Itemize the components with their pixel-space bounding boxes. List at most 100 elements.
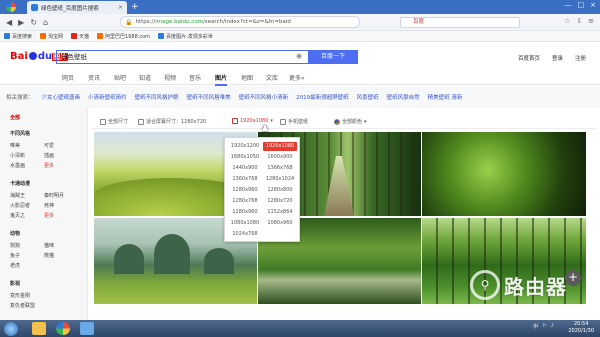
folder-icon[interactable] xyxy=(32,322,46,335)
result-image[interactable] xyxy=(422,132,586,216)
clock[interactable]: 20:54 2020/1/30 xyxy=(568,321,594,335)
tab-web[interactable]: 网页 xyxy=(62,73,74,82)
sidebar-item[interactable]: 死神 xyxy=(44,202,54,209)
related-term[interactable]: 壁纸不同风格护眼 xyxy=(135,93,179,101)
add-button[interactable]: + xyxy=(565,270,581,286)
browser-icon[interactable] xyxy=(56,322,70,335)
sidebar-item[interactable]: 插画 xyxy=(44,152,54,159)
related-term[interactable]: 壁纸风景自然 xyxy=(387,93,420,101)
screenshot-icon[interactable] xyxy=(80,322,94,335)
maximize-icon[interactable]: □ xyxy=(578,1,585,9)
sidebar-item[interactable]: 可爱 xyxy=(44,142,54,149)
resolution-option[interactable]: 1280x1024 xyxy=(263,175,297,184)
tab-tieba[interactable]: 贴吧 xyxy=(114,73,126,82)
new-tab-button[interactable]: + xyxy=(131,2,139,12)
flag-icon[interactable]: ⚐ xyxy=(542,323,546,330)
filter-fit-screen[interactable]: 适合屏幕尺寸：1280x720 xyxy=(138,118,206,125)
tab-images[interactable]: 图片 xyxy=(215,73,228,86)
resolution-option[interactable]: 1080x960 xyxy=(263,219,297,228)
resolution-option[interactable]: 1280x800 xyxy=(263,186,297,195)
star-icon[interactable]: ☆ xyxy=(564,17,570,25)
related-term[interactable]: 精美壁纸 清新 xyxy=(428,93,463,101)
close-window-icon[interactable]: × xyxy=(590,1,596,9)
sidebar-item[interactable]: 小清新 xyxy=(10,152,25,159)
related-term[interactable]: 风景壁纸 xyxy=(357,93,379,101)
related-term[interactable]: 壁纸不同风格唯美 xyxy=(187,93,231,101)
resolution-option[interactable]: 1280x960 xyxy=(228,208,262,217)
browser-logo-icon[interactable] xyxy=(6,2,16,12)
sidebar-item[interactable]: 复仇者联盟 xyxy=(10,302,35,309)
resolution-option[interactable]: 1280x960 xyxy=(228,186,262,195)
sidebar-item[interactable]: 海贼王 xyxy=(10,192,25,199)
related-term[interactable]: 2019最新颁超屏壁纸 xyxy=(296,93,349,101)
sidebar-item[interactable]: 熊猫 xyxy=(44,252,54,259)
tab-zhidao[interactable]: 知道 xyxy=(139,73,151,82)
browser-search-input[interactable]: 百度 xyxy=(400,17,520,28)
related-term[interactable]: 少女心壁纸唐画 xyxy=(42,93,81,101)
window-controls: — □ × xyxy=(565,1,597,9)
sidebar-more[interactable]: 更多 xyxy=(44,212,54,219)
bookmark-baidu-image[interactable]: 百度图片-发现多彩世 xyxy=(158,33,213,40)
minimize-icon[interactable]: — xyxy=(565,1,572,9)
sidebar-all[interactable]: 全部 xyxy=(10,114,20,121)
resolution-option[interactable]: 1680x1050 xyxy=(228,153,262,162)
search-button[interactable]: 百度一下 xyxy=(308,50,358,64)
ime-icon[interactable]: 中 xyxy=(533,323,538,330)
url-path: /search/index?ct=&z=&tn=baid xyxy=(202,19,291,25)
resolution-option[interactable]: 1080x1080 xyxy=(228,219,262,228)
bookmark-1688[interactable]: 阿里巴巴1688.com xyxy=(97,33,150,40)
sidebar-item[interactable]: 秦时明月 xyxy=(44,192,64,199)
sidebar-item[interactable]: 火影忍者 xyxy=(10,202,30,209)
volume-icon[interactable]: ♪ xyxy=(551,323,554,330)
related-term[interactable]: 小清新壁纸简约 xyxy=(88,93,127,101)
sidebar-item[interactable]: 水墨画 xyxy=(10,162,25,169)
tab-music[interactable]: 音乐 xyxy=(189,73,201,82)
sidebar-item[interactable]: 猫咪 xyxy=(44,242,54,249)
tab-wenku[interactable]: 文库 xyxy=(266,73,278,82)
camera-icon[interactable]: ◉ xyxy=(296,52,302,60)
resolution-option[interactable]: 1280x768 xyxy=(228,197,262,206)
sidebar-item[interactable]: 鬼灭之 xyxy=(10,212,25,219)
resolution-option[interactable]: 1152x864 xyxy=(263,208,297,217)
resolution-option-selected[interactable]: 1920x1080 xyxy=(263,142,297,151)
browser-tab[interactable]: 绿色壁纸_百度图片搜索 × xyxy=(27,1,127,14)
resolution-option[interactable]: 1360x768 xyxy=(228,175,262,184)
close-tab-icon[interactable]: × xyxy=(118,4,123,11)
bookmark-tmall[interactable]: 天猫 xyxy=(71,33,89,40)
sidebar-item[interactable]: 唯美 xyxy=(10,142,20,149)
home-icon[interactable]: ⌂ xyxy=(43,18,48,27)
search-input[interactable]: 绿色壁纸 xyxy=(56,50,308,64)
register-link[interactable]: 注册 xyxy=(575,54,586,62)
resolution-option[interactable]: 1440x900 xyxy=(228,164,262,173)
phone-icon xyxy=(280,118,286,125)
resolution-option[interactable]: 1280x720 xyxy=(263,197,297,206)
start-button-icon[interactable] xyxy=(4,322,18,336)
bookmark-taobao[interactable]: 淘宝网 xyxy=(40,33,63,40)
sidebar-more[interactable]: 更多 xyxy=(44,162,54,169)
tab-news[interactable]: 资讯 xyxy=(88,73,100,82)
filter-all-sizes[interactable]: 全部尺寸 xyxy=(100,118,128,125)
bookmark-baidu[interactable]: 百度搜索 xyxy=(4,33,32,40)
home-link[interactable]: 百度首页 xyxy=(518,54,540,62)
back-icon[interactable]: ◀ xyxy=(6,18,12,27)
tab-map[interactable]: 地图 xyxy=(241,73,253,82)
menu-icon[interactable]: ≡ xyxy=(588,17,594,25)
resolution-option[interactable]: 1366x768 xyxy=(263,164,297,173)
resolution-option[interactable]: 1600x900 xyxy=(263,153,297,162)
related-term[interactable]: 壁纸不同风格小清新 xyxy=(239,93,289,101)
download-icon[interactable]: ⇩ xyxy=(576,17,582,25)
tab-more[interactable]: 更多» xyxy=(289,73,305,82)
url-bar[interactable]: 🔒 https://image.baidu.com/search/index?c… xyxy=(120,16,360,28)
filter-phone[interactable]: 手机壁纸 xyxy=(280,118,308,125)
filter-color[interactable]: 全部颜色 ▾ xyxy=(334,118,367,125)
sidebar-item[interactable]: 狗狗 xyxy=(10,242,20,249)
sidebar-item[interactable]: 老虎 xyxy=(10,262,20,269)
resolution-option[interactable]: 1920x1200 xyxy=(228,142,262,151)
login-link[interactable]: 登录 xyxy=(552,54,563,62)
sidebar-item[interactable]: 兔子 xyxy=(10,252,20,259)
sidebar-item[interactable]: 变形金刚 xyxy=(10,292,30,299)
resolution-option[interactable]: 1024x768 xyxy=(228,230,262,239)
tab-video[interactable]: 视频 xyxy=(164,73,176,82)
forward-icon[interactable]: ▶ xyxy=(18,18,24,27)
refresh-icon[interactable]: ↻ xyxy=(30,18,37,27)
